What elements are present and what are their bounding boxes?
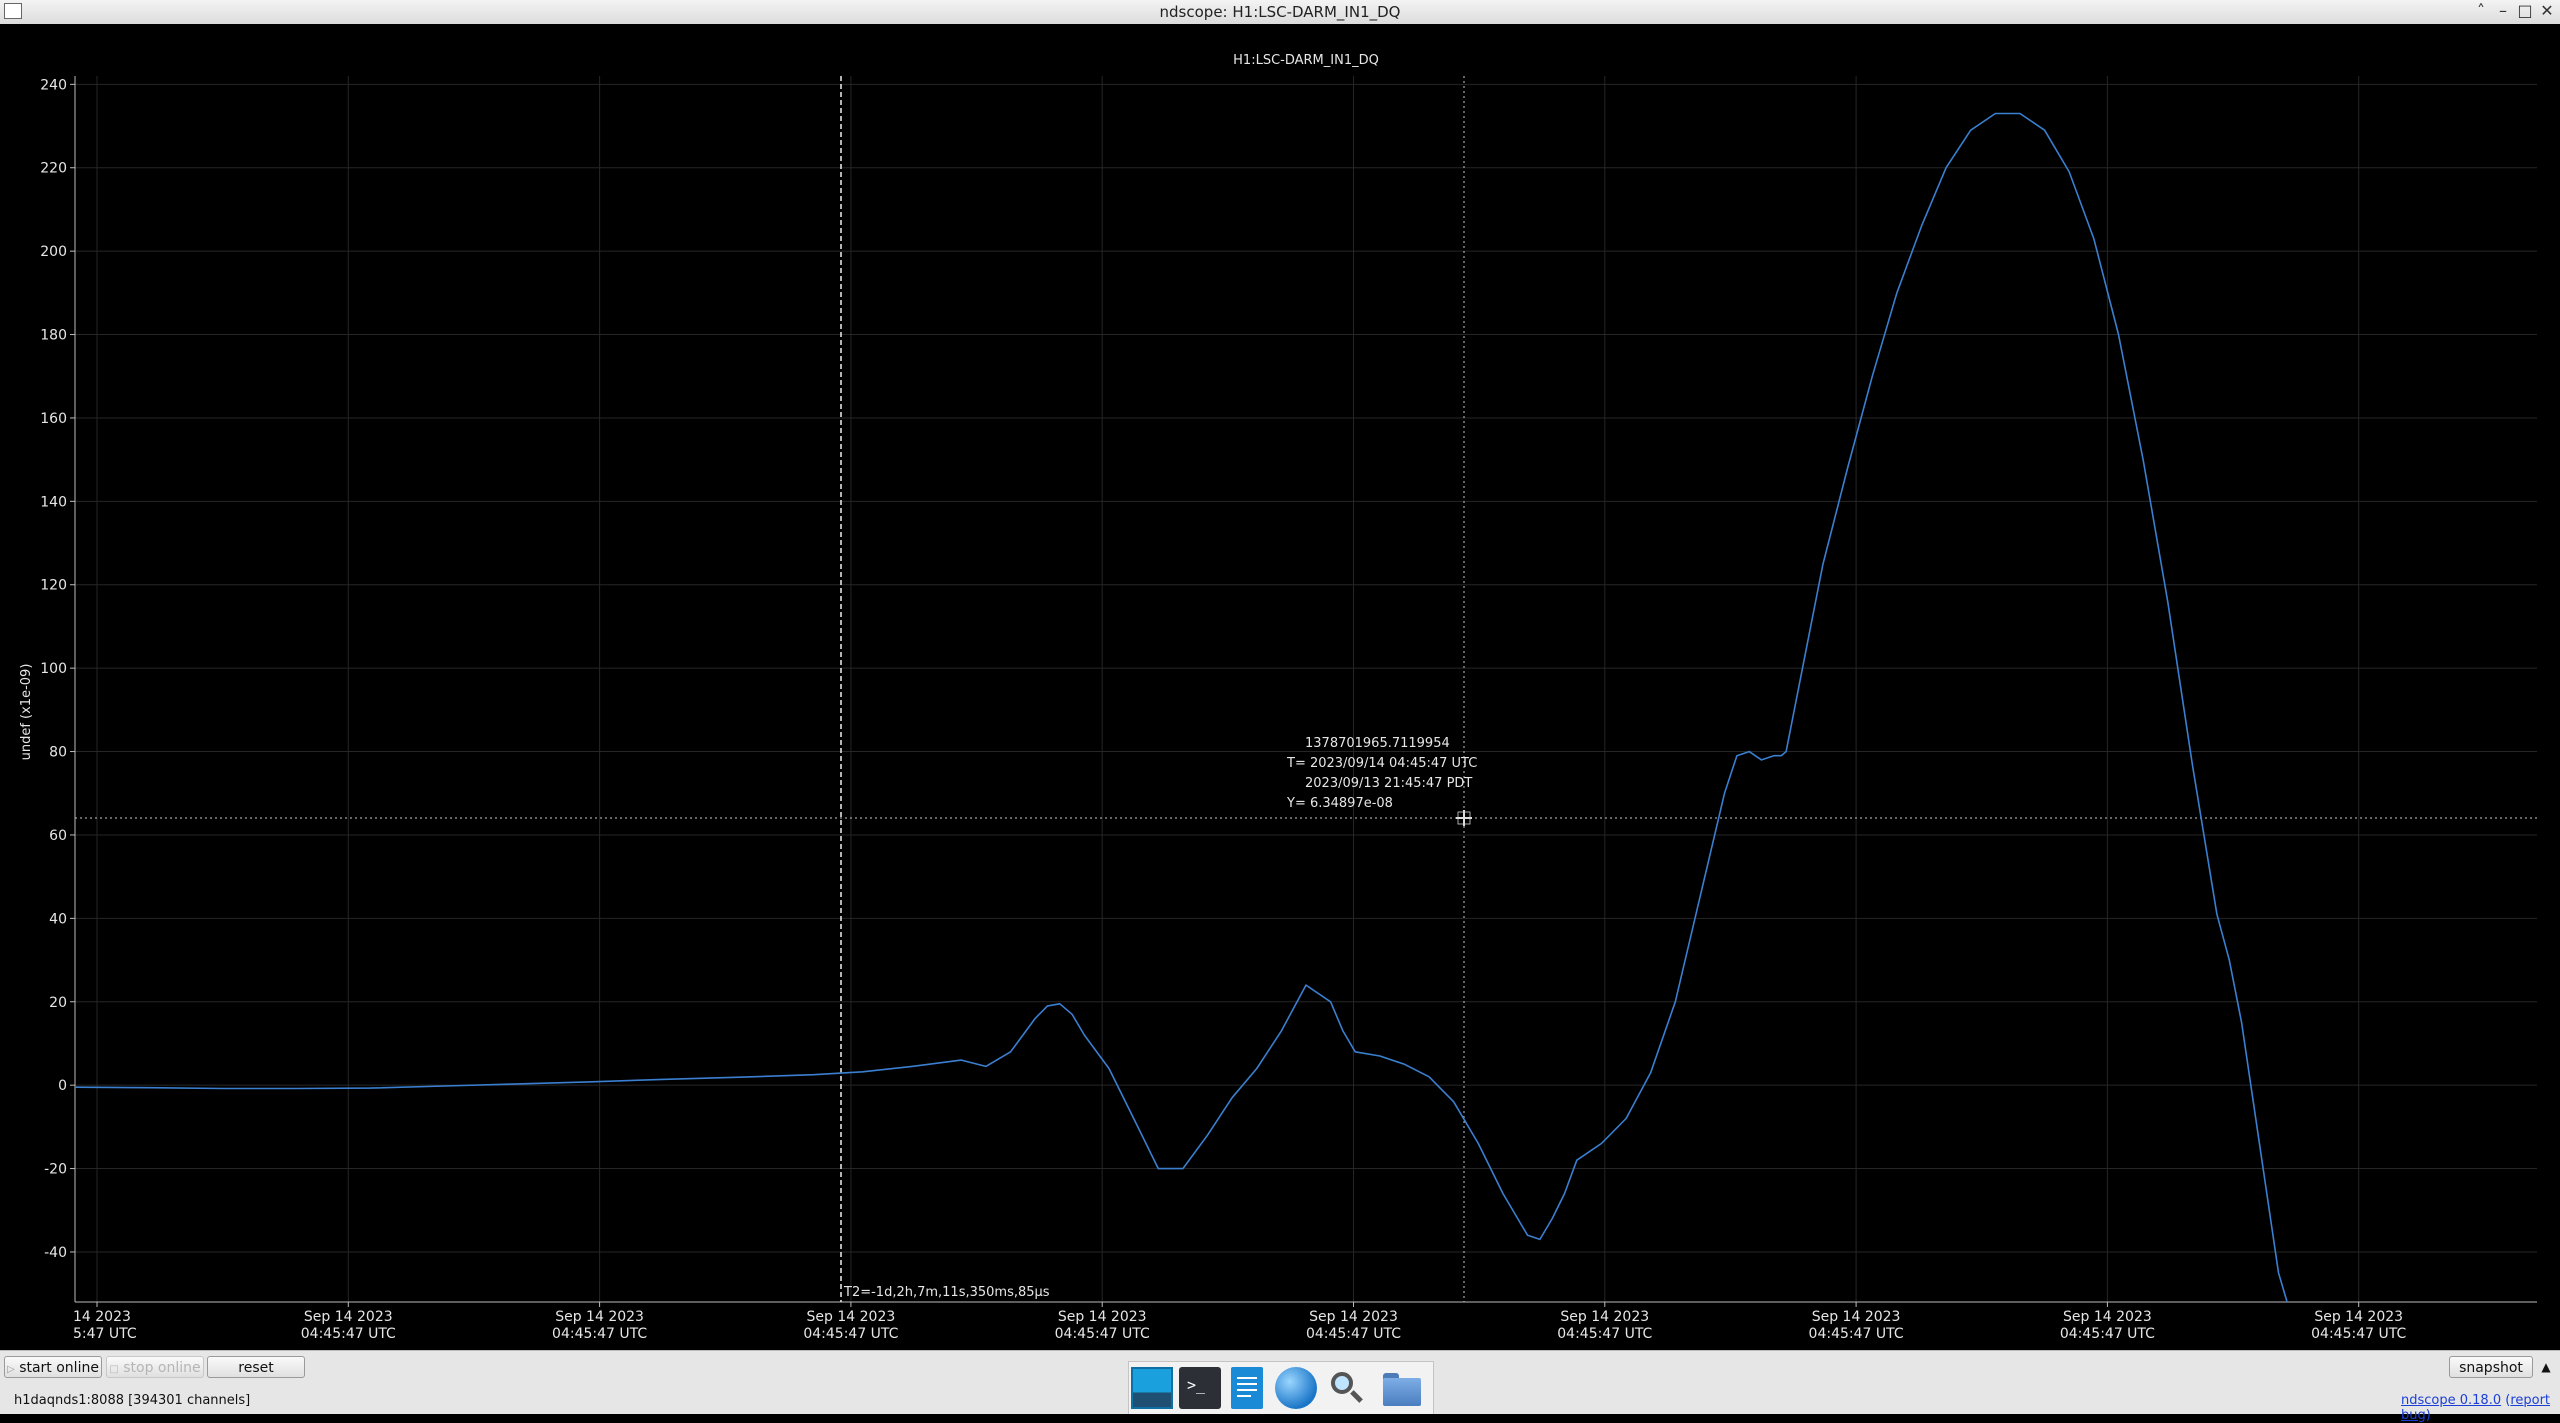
x-tick-date-label: Sep 14 2023	[1812, 1309, 1901, 1325]
x-tick-date-label: Sep 14 2023	[1058, 1309, 1147, 1325]
window-titlebar: ndscope: H1:LSC-DARM_IN1_DQ ˄ – □ ✕	[0, 0, 2560, 25]
y-tick-label: -20	[44, 1162, 67, 1178]
y-tick-label: 160	[40, 411, 67, 427]
server-status: h1daqnds1:8088 [394301 channels]	[14, 1393, 251, 1408]
start-online-button[interactable]: ▷ start online	[4, 1356, 102, 1378]
crosshair-y-value: Y= 6.34897e-08	[1286, 796, 1393, 811]
y-tick-label: 140	[40, 494, 67, 510]
window-shade-button[interactable]: ˄	[2471, 1, 2491, 21]
x-tick-date-label: Sep 14 2023	[555, 1309, 644, 1325]
version-link[interactable]: ndscope 0.18.0	[2401, 1393, 2501, 1408]
version-info: ndscope 0.18.0 (report bug)	[2401, 1393, 2551, 1423]
play-icon: ▷	[7, 1364, 15, 1375]
file-manager-icon[interactable]	[1381, 1367, 1423, 1409]
terminal-icon[interactable]: >_	[1179, 1367, 1221, 1409]
y-tick-label: 0	[58, 1078, 67, 1094]
crosshair-utc-time: T= 2023/09/14 04:45:47 UTC	[1286, 756, 1477, 771]
plot-title: H1:LSC-DARM_IN1_DQ	[1233, 53, 1379, 68]
y-tick-label: -40	[44, 1245, 67, 1261]
y-tick-label: 120	[40, 578, 67, 594]
x-tick-time-label: 04:45:47 UTC	[803, 1326, 898, 1342]
y-tick-label: 80	[49, 745, 67, 761]
x-tick-date-label: Sep 14 2023	[1560, 1309, 1649, 1325]
x-tick-date-label: Sep 14 2023	[2314, 1309, 2403, 1325]
y-tick-label: 20	[49, 995, 67, 1011]
window-maximize-button[interactable]: □	[2515, 1, 2535, 21]
y-tick-label: 100	[40, 661, 67, 677]
text-editor-icon[interactable]	[1231, 1367, 1263, 1409]
stop-online-label: stop online	[123, 1360, 201, 1376]
x-tick-time-label: 04:45:47 UTC	[552, 1326, 647, 1342]
snapshot-button[interactable]: snapshot	[2449, 1356, 2533, 1378]
window-title: ndscope: H1:LSC-DARM_IN1_DQ	[1159, 3, 1401, 21]
x-tick-date-label: Sep 14 2023	[1309, 1309, 1398, 1325]
y-tick-label: 180	[40, 328, 67, 344]
crosshair-local-time: 2023/09/13 21:45:47 PDT	[1305, 776, 1472, 791]
y-tick-label: 40	[49, 911, 67, 927]
y-tick-label: 220	[40, 161, 67, 177]
window-close-button[interactable]: ✕	[2537, 1, 2557, 21]
search-icon[interactable]	[1325, 1367, 1367, 1409]
x-tick-date-label: Sep 14 2023	[807, 1309, 896, 1325]
x-tick-time-label: 04:45:47 UTC	[2060, 1326, 2155, 1342]
stop-icon: □	[109, 1364, 119, 1375]
y-axis-label: undef (x1e-09)	[19, 664, 34, 761]
x-tick-date-label: 14 2023	[73, 1309, 131, 1325]
x-tick-time-label: 04:45:47 UTC	[2311, 1326, 2406, 1342]
x-tick-date-label: Sep 14 2023	[2063, 1309, 2152, 1325]
x-tick-time-label: 04:45:47 UTC	[1557, 1326, 1652, 1342]
x-tick-time-label: 04:45:47 UTC	[1809, 1326, 1904, 1342]
plot-area[interactable]: H1:LSC-DARM_IN1_DQ undef (x1e-09) 240 220…	[0, 24, 2560, 1350]
bottom-toolbar: ▷ start online □ stop online reset snaps…	[0, 1350, 2560, 1423]
x-tick-time-label: 5:47 UTC	[73, 1326, 137, 1342]
collapse-panel-icon[interactable]: ▲	[2536, 1357, 2556, 1377]
x-tick-time-label: 04:45:47 UTC	[301, 1326, 396, 1342]
crosshair-handle-icon[interactable]	[1456, 810, 1472, 826]
x-tick-date-label: Sep 14 2023	[304, 1309, 393, 1325]
crosshair-gps-time: 1378701965.7119954	[1305, 736, 1450, 751]
reset-button[interactable]: reset	[207, 1356, 305, 1378]
stop-online-button: □ stop online	[106, 1356, 204, 1378]
t2-cursor-label: T2=-1d,2h,7m,11s,350ms,85µs	[843, 1285, 1050, 1300]
signal-trace-line	[75, 112, 2288, 1302]
start-online-label: start online	[19, 1360, 99, 1376]
window-minimize-button[interactable]: –	[2493, 1, 2513, 21]
y-tick-label: 60	[49, 828, 67, 844]
y-tick-label: 240	[40, 77, 67, 93]
taskbar: >_	[1128, 1361, 1434, 1414]
web-browser-icon[interactable]	[1275, 1367, 1317, 1409]
y-tick-label: 200	[40, 244, 67, 260]
plot-canvas[interactable]: H1:LSC-DARM_IN1_DQ undef (x1e-09) 240 220…	[0, 24, 2560, 1350]
desktop-icon[interactable]	[1131, 1367, 1173, 1409]
x-tick-time-label: 04:45:47 UTC	[1306, 1326, 1401, 1342]
x-tick-time-label: 04:45:47 UTC	[1055, 1326, 1150, 1342]
